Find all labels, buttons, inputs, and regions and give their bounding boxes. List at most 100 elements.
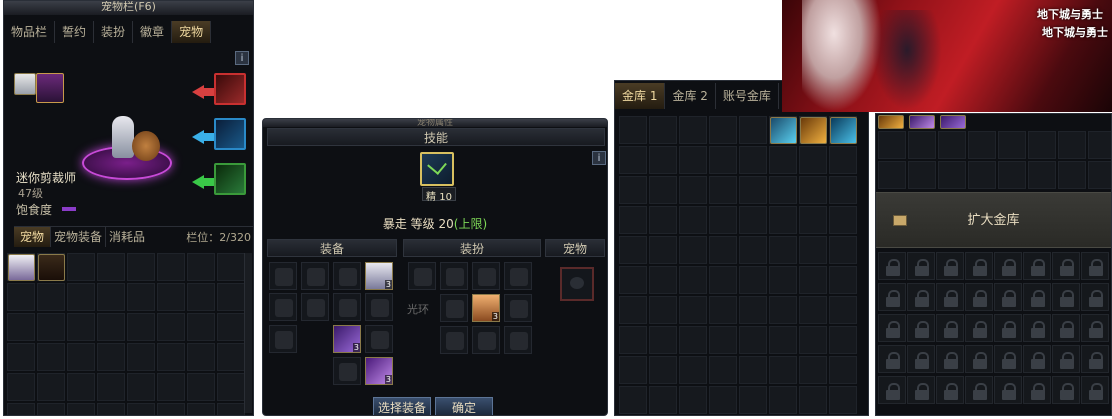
inventory-slot[interactable]	[739, 236, 767, 264]
inventory-slot[interactable]	[799, 146, 827, 174]
equip-slot[interactable]	[269, 325, 297, 353]
avatar-slot[interactable]	[408, 262, 436, 290]
inventory-slot[interactable]	[769, 146, 797, 174]
equip-slot[interactable]	[333, 293, 361, 321]
subtab-consumables[interactable]: 消耗品	[106, 227, 148, 247]
inventory-slot[interactable]	[67, 373, 95, 401]
inventory-slot[interactable]	[799, 266, 827, 294]
tab-oath[interactable]: 誓约	[55, 21, 95, 43]
pet-slot[interactable]	[560, 267, 594, 301]
inventory-slot[interactable]	[1028, 131, 1056, 159]
inventory-slot[interactable]	[709, 116, 737, 144]
inventory-slot[interactable]	[799, 206, 827, 234]
inventory-slot[interactable]	[709, 176, 737, 204]
inventory-slot[interactable]	[908, 131, 936, 159]
inventory-slot[interactable]	[679, 176, 707, 204]
expand-storage-bar[interactable]: 扩大金库	[876, 192, 1111, 248]
inventory-slot[interactable]	[799, 386, 827, 414]
tab-inventory[interactable]: 物品栏	[4, 21, 56, 43]
tab-emblem[interactable]: 徽章	[133, 21, 173, 43]
inventory-slot[interactable]	[97, 343, 125, 371]
equip-slot-filled[interactable]: 3	[333, 325, 361, 353]
inventory-slot[interactable]	[619, 146, 647, 174]
inventory-slot[interactable]	[739, 266, 767, 294]
inventory-slot[interactable]	[679, 146, 707, 174]
inventory-slot[interactable]	[709, 296, 737, 324]
inventory-slot[interactable]	[619, 116, 647, 144]
inventory-slot[interactable]	[97, 373, 125, 401]
inventory-slot[interactable]	[1058, 131, 1086, 159]
inventory-slot[interactable]	[217, 283, 245, 311]
inventory-slot[interactable]	[649, 116, 677, 144]
inventory-pet-item[interactable]	[8, 254, 35, 281]
avatar-slot[interactable]	[440, 294, 468, 322]
inventory-slot[interactable]	[7, 283, 35, 311]
inventory-slot[interactable]	[679, 206, 707, 234]
inventory-slot[interactable]	[127, 343, 155, 371]
inventory-slot[interactable]	[7, 403, 35, 415]
inventory-slot[interactable]	[769, 266, 797, 294]
inventory-slot[interactable]	[97, 403, 125, 415]
inventory-slot[interactable]	[37, 373, 65, 401]
inventory-slot[interactable]	[7, 313, 35, 341]
inventory-slot[interactable]	[679, 296, 707, 324]
inventory-slot[interactable]	[157, 253, 185, 281]
inventory-slot[interactable]	[619, 326, 647, 354]
inventory-slot[interactable]	[649, 326, 677, 354]
inventory-slot[interactable]	[799, 356, 827, 384]
inventory-slot[interactable]	[829, 236, 857, 264]
tab-pet[interactable]: 宠物	[172, 21, 212, 43]
inventory-slot[interactable]	[619, 356, 647, 384]
inventory-slot[interactable]	[829, 356, 857, 384]
storage-item[interactable]	[940, 115, 966, 129]
inventory-slot[interactable]	[157, 313, 185, 341]
inventory-slot[interactable]	[187, 373, 215, 401]
inventory-slot[interactable]	[649, 386, 677, 414]
inventory-slot[interactable]	[157, 283, 185, 311]
inventory-slot[interactable]	[649, 356, 677, 384]
subtab-pet-equipment[interactable]: 宠物装备	[51, 227, 107, 247]
inventory-slot[interactable]	[799, 176, 827, 204]
tab-account-storage[interactable]: 账号金库	[716, 83, 779, 109]
storage-item[interactable]	[830, 117, 857, 144]
tab-storage-2[interactable]: 金库 2	[665, 83, 716, 109]
inventory-slot[interactable]	[127, 373, 155, 401]
inventory-slot[interactable]	[829, 266, 857, 294]
inventory-slot[interactable]	[769, 206, 797, 234]
inventory-slot[interactable]	[679, 236, 707, 264]
inventory-slot[interactable]	[649, 236, 677, 264]
inventory-slot[interactable]	[709, 266, 737, 294]
pet-equip-green[interactable]	[214, 163, 246, 195]
inventory-slot[interactable]	[217, 403, 245, 415]
inventory-slot[interactable]	[739, 206, 767, 234]
inventory-slot[interactable]	[187, 343, 215, 371]
equip-slot[interactable]	[301, 262, 329, 290]
inventory-slot[interactable]	[998, 131, 1026, 159]
inventory-slot[interactable]	[157, 373, 185, 401]
inventory-slot[interactable]	[769, 356, 797, 384]
equip-slot-filled[interactable]: 3	[365, 262, 393, 290]
inventory-slot[interactable]	[619, 206, 647, 234]
inventory-slot[interactable]	[679, 266, 707, 294]
inventory-slot[interactable]	[829, 176, 857, 204]
inventory-slot[interactable]	[679, 356, 707, 384]
inventory-slot[interactable]	[619, 386, 647, 414]
inventory-slot[interactable]	[709, 206, 737, 234]
equip-slot[interactable]	[365, 325, 393, 353]
inventory-slot[interactable]	[217, 343, 245, 371]
inventory-slot[interactable]	[67, 253, 95, 281]
pet-portrait-mini[interactable]	[14, 73, 36, 95]
inventory-slot[interactable]	[709, 326, 737, 354]
inventory-slot[interactable]	[187, 253, 215, 281]
inventory-slot[interactable]	[799, 326, 827, 354]
inventory-slot[interactable]	[127, 313, 155, 341]
inventory-slot[interactable]	[739, 146, 767, 174]
inventory-pet-item[interactable]	[38, 254, 65, 281]
inventory-slot[interactable]	[679, 116, 707, 144]
avatar-slot[interactable]	[504, 326, 532, 354]
inventory-slot[interactable]	[1058, 161, 1086, 189]
inventory-slot[interactable]	[157, 343, 185, 371]
inventory-slot[interactable]	[769, 326, 797, 354]
equip-slot-filled[interactable]: 3	[365, 357, 393, 385]
storage-item[interactable]	[800, 117, 827, 144]
